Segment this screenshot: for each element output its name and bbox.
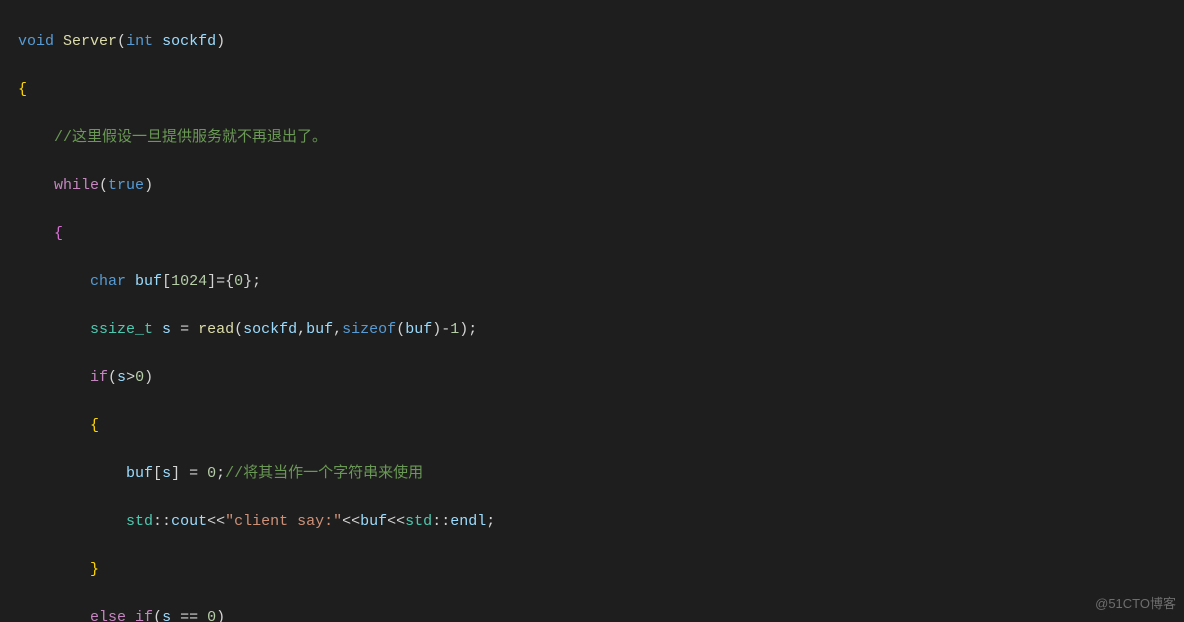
code-line: while(true) bbox=[18, 174, 1184, 198]
function-name: Server bbox=[63, 33, 117, 50]
code-line: buf[s] = 0;//将其当作一个字符串来使用 bbox=[18, 462, 1184, 486]
number: 0 bbox=[207, 609, 216, 622]
code-editor[interactable]: void Server(int sockfd) { //这里假设一旦提供服务就不… bbox=[0, 0, 1184, 622]
var: buf bbox=[360, 513, 387, 530]
var: s bbox=[117, 369, 126, 386]
comment: //这里假设一旦提供服务就不再退出了。 bbox=[54, 129, 327, 146]
var: buf bbox=[126, 465, 153, 482]
number: 0 bbox=[207, 465, 216, 482]
func-read: read bbox=[198, 321, 234, 338]
param-sockfd: sockfd bbox=[162, 33, 216, 50]
keyword-while: while bbox=[54, 177, 99, 194]
var: buf bbox=[405, 321, 432, 338]
number: 0 bbox=[135, 369, 144, 386]
keyword-else: else bbox=[90, 609, 126, 622]
var: s bbox=[162, 465, 171, 482]
number: 1024 bbox=[171, 273, 207, 290]
type-ssize_t: ssize_t bbox=[90, 321, 153, 338]
var-buf: buf bbox=[135, 273, 162, 290]
code-line: { bbox=[18, 414, 1184, 438]
namespace-std: std bbox=[126, 513, 153, 530]
keyword-if: if bbox=[135, 609, 153, 622]
keyword-true: true bbox=[108, 177, 144, 194]
var: s bbox=[162, 609, 171, 622]
code-line: //这里假设一旦提供服务就不再退出了。 bbox=[18, 126, 1184, 150]
number: 1 bbox=[450, 321, 459, 338]
code-line: std::cout<<"client say:"<<buf<<std::endl… bbox=[18, 510, 1184, 534]
var: buf bbox=[306, 321, 333, 338]
comment: //将其当作一个字符串来使用 bbox=[225, 465, 423, 482]
var: sockfd bbox=[243, 321, 297, 338]
cout: cout bbox=[171, 513, 207, 530]
type-int: int bbox=[126, 33, 153, 50]
code-line: { bbox=[18, 222, 1184, 246]
number: 0 bbox=[234, 273, 243, 290]
keyword-void: void bbox=[18, 33, 54, 50]
code-line: else if(s == 0) bbox=[18, 606, 1184, 622]
code-line: void Server(int sockfd) bbox=[18, 30, 1184, 54]
keyword-if: if bbox=[90, 369, 108, 386]
keyword-sizeof: sizeof bbox=[342, 321, 396, 338]
code-line: char buf[1024]={0}; bbox=[18, 270, 1184, 294]
code-line: { bbox=[18, 78, 1184, 102]
var-s: s bbox=[162, 321, 171, 338]
code-line: ssize_t s = read(sockfd,buf,sizeof(buf)-… bbox=[18, 318, 1184, 342]
string: "client say:" bbox=[225, 513, 342, 530]
watermark: @51CTO博客 bbox=[1095, 592, 1176, 616]
code-line: } bbox=[18, 558, 1184, 582]
code-line: if(s>0) bbox=[18, 366, 1184, 390]
endl: endl bbox=[450, 513, 486, 530]
type-char: char bbox=[90, 273, 126, 290]
namespace-std: std bbox=[405, 513, 432, 530]
